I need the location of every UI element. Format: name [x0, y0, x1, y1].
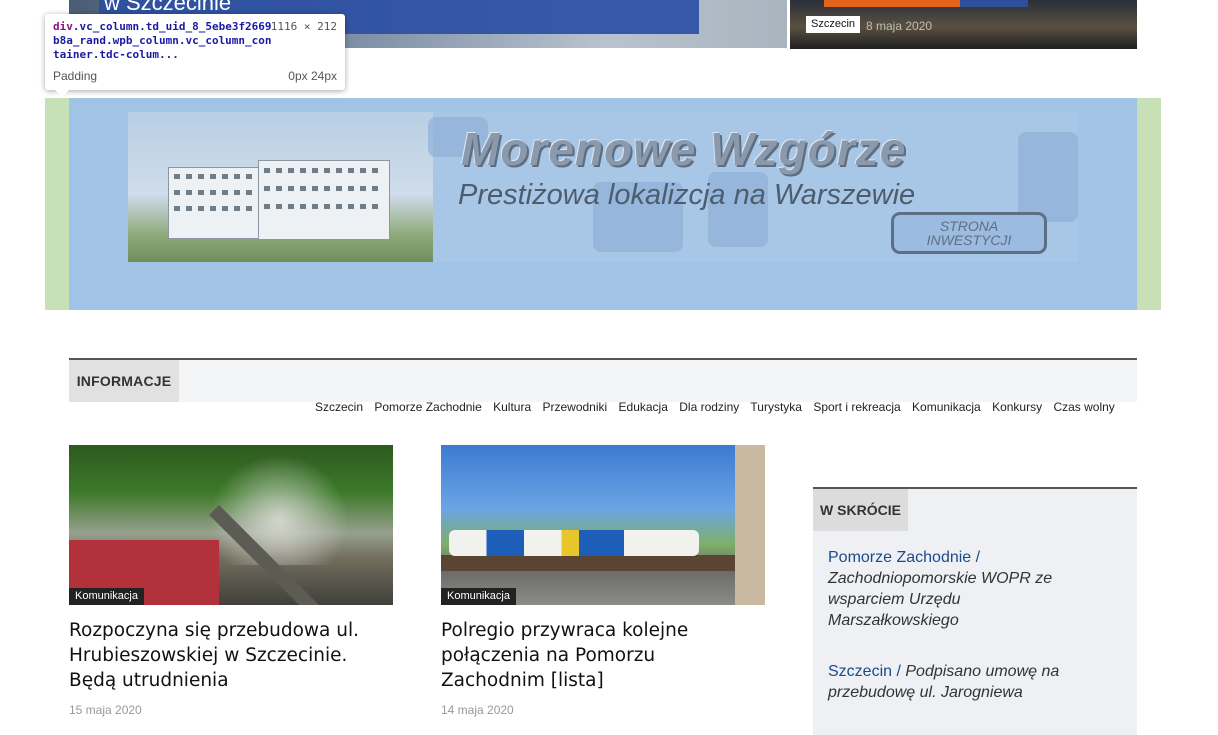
brief-category[interactable]: Pomorze Zachodnie /: [828, 549, 980, 566]
top-right-date: 8 maja 2020: [866, 19, 933, 33]
devtools-prop-value: 0px 24px: [288, 69, 337, 83]
devtools-inspect-tooltip: div.vc_column.td_uid_8_5ebe3f2669b8a_ran…: [45, 14, 345, 97]
top-right-article-thumbnail[interactable]: Szczecin 8 maja 2020: [790, 0, 1137, 49]
subnav-item-sport-i-rekreacja[interactable]: Sport i rekreacja: [813, 400, 900, 414]
investment-site-button[interactable]: STRONA INWESTYCJI: [891, 212, 1047, 254]
article-2-date: 14 maja 2020: [441, 703, 514, 717]
subnav-item-konkursy[interactable]: Konkursy: [992, 400, 1042, 414]
devtools-prop-name: Padding: [53, 69, 98, 83]
blue-accent-strip: [960, 0, 1028, 7]
orange-accent-strip: [824, 0, 960, 7]
article-1-image[interactable]: [69, 445, 393, 605]
devtools-selector-tag: div: [53, 20, 73, 33]
article-2-image[interactable]: [441, 445, 765, 605]
banner-subline: Prestiżowa lokalizcja na Warszewie: [458, 179, 916, 211]
informacje-section-header: INFORMACJE: [69, 358, 1137, 402]
top-right-category-tag[interactable]: Szczecin: [806, 16, 861, 33]
subnav-item-kultura[interactable]: Kultura: [493, 400, 531, 414]
brief-text[interactable]: Zachodniopomorskie WOPR ze wsparciem Urz…: [828, 570, 1052, 629]
devtools-selector-classes: .vc_column.td_uid_8_5ebe3f2669b8a_rand.w…: [53, 20, 272, 61]
subnav-item-pomorze-zachodnie[interactable]: Pomorze Zachodnie: [374, 400, 481, 414]
article-2-title[interactable]: Polregio przywraca kolejne połączenia na…: [441, 618, 731, 693]
devtools-selector: div.vc_column.td_uid_8_5ebe3f2669b8a_ran…: [53, 20, 273, 62]
category-subnav: Szczecin Pomorze Zachodnie Kultura Przew…: [315, 400, 1123, 414]
subnav-item-przewodniki[interactable]: Przewodniki: [542, 400, 607, 414]
informacje-label[interactable]: INFORMACJE: [69, 360, 179, 402]
invest-button-line2: INWESTYCJI: [926, 232, 1012, 248]
invest-button-line1: STRONA: [939, 218, 999, 234]
article-1-date: 15 maja 2020: [69, 703, 142, 717]
brief-category[interactable]: Szczecin /: [828, 663, 901, 680]
brief-item[interactable]: Szczecin / Podpisano umowę na przebudowę…: [828, 661, 1068, 703]
subnav-item-edukacja[interactable]: Edukacja: [619, 400, 668, 414]
w-skrocie-label: W SKRÓCIE: [813, 489, 908, 531]
subnav-item-dla-rodziny[interactable]: Dla rodziny: [679, 400, 739, 414]
subnav-item-komunikacja[interactable]: Komunikacja: [912, 400, 981, 414]
subnav-item-szczecin[interactable]: Szczecin: [315, 400, 363, 414]
article-1-category[interactable]: Komunikacja: [69, 588, 144, 605]
article-1-title[interactable]: Rozpoczyna się przebudowa ul. Hrubieszow…: [69, 618, 393, 693]
w-skrocie-sidebar: W SKRÓCIE Pomorze Zachodnie / Zachodniop…: [813, 487, 1137, 735]
brief-item[interactable]: Pomorze Zachodnie / Zachodniopomorskie W…: [828, 547, 1053, 631]
article-2-category[interactable]: Komunikacja: [441, 588, 516, 605]
subnav-item-turystyka[interactable]: Turystyka: [750, 400, 802, 414]
investment-banner[interactable]: Morenowe Wzgórze Prestiżowa lokalizcja n…: [128, 112, 1078, 262]
banner-headline: Morenowe Wzgórze: [461, 123, 907, 175]
building-rendering: [128, 112, 433, 262]
devtools-dimensions: 1116 × 212: [270, 20, 337, 33]
subnav-item-czas-wolny[interactable]: Czas wolny: [1053, 400, 1114, 414]
